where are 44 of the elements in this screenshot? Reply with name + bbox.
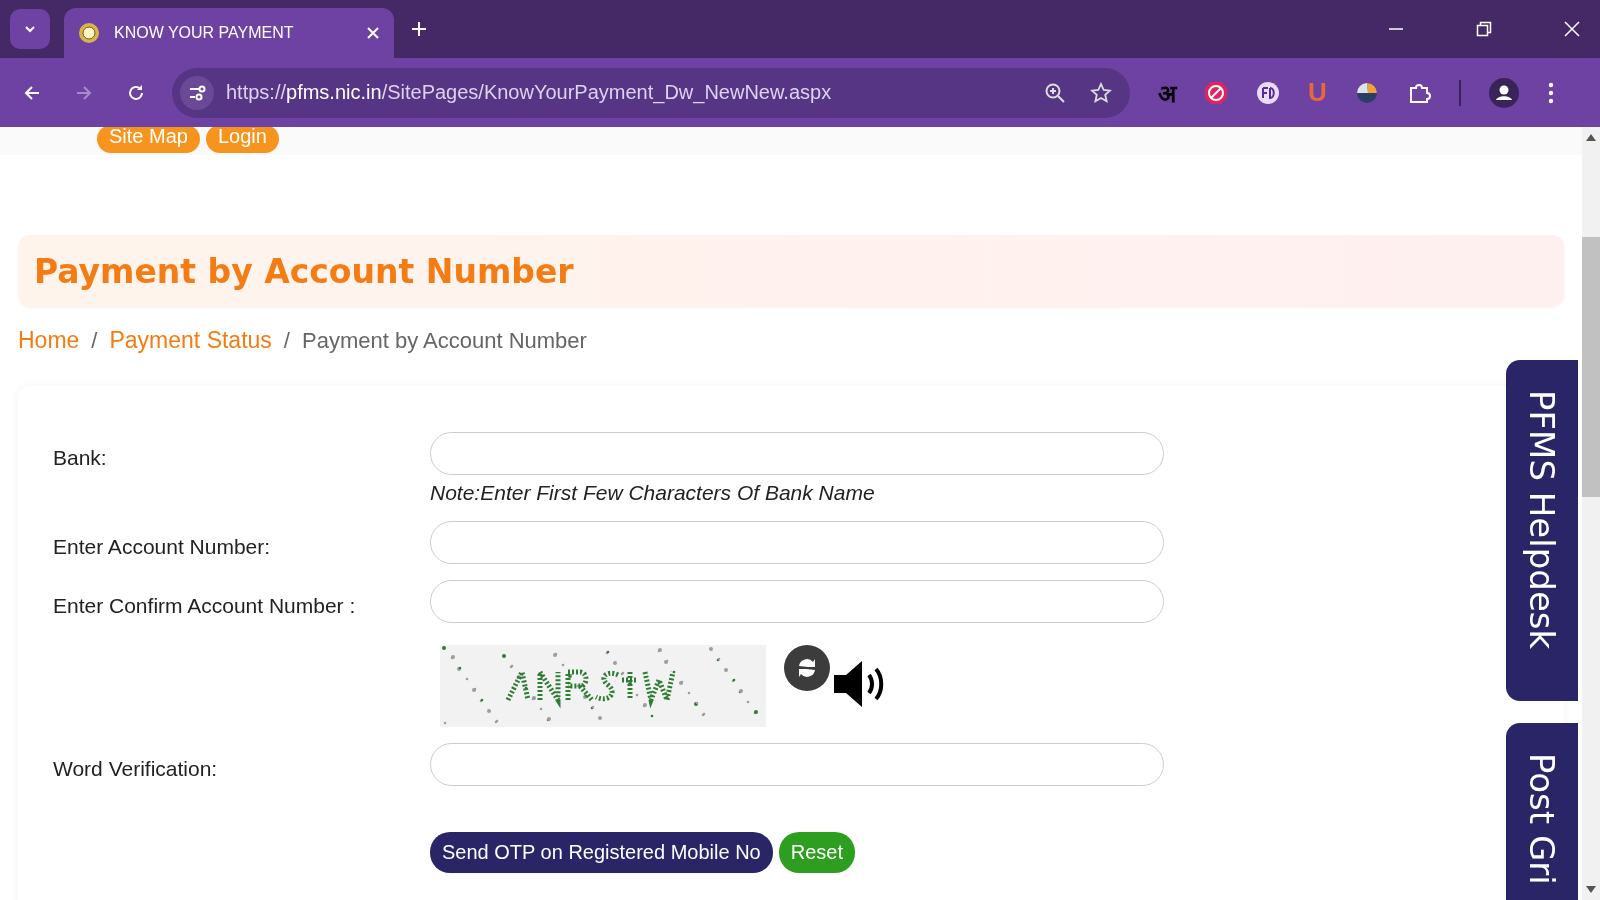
scroll-down-icon[interactable] [1586, 886, 1596, 894]
site-settings-icon[interactable] [180, 75, 214, 110]
input-field[interactable] [430, 580, 1164, 623]
tab-title: KNOW YOUR PAYMENT [114, 24, 295, 42]
breadcrumb-separator: / [283, 327, 290, 354]
extension-icon[interactable]: अ [1158, 76, 1176, 109]
input-field[interactable] [430, 521, 1164, 564]
breadcrumb-link[interactable]: Home [18, 327, 80, 354]
refresh-icon[interactable] [784, 645, 830, 691]
breadcrumb-link[interactable]: Payment Status [109, 327, 272, 354]
star-icon[interactable] [1090, 81, 1112, 104]
close-window-icon[interactable] [1564, 21, 1580, 37]
form-button[interactable]: Send OTP on Registered Mobile No [430, 832, 773, 873]
zoom-icon[interactable] [1044, 81, 1066, 104]
field-label: Word Verification: [53, 756, 219, 781]
breadcrumb-current: Payment by Account Number [301, 327, 587, 354]
scrollbar[interactable] [1582, 127, 1600, 900]
field-label: Enter Confirm Account Number : [53, 593, 357, 618]
url-text: https://pfms.nic.in/SitePages/KnowYourPayment_Dw_NewNew.aspx [226, 81, 832, 104]
new-tab-icon[interactable] [410, 20, 428, 38]
address-bar[interactable]: https://pfms.nic.in/SitePages/KnowYourPayment_Dw_NewNew.aspx [172, 67, 1130, 118]
field-note: Note:Enter First Few Characters Of Bank Name [430, 481, 876, 505]
ball-icon[interactable] [1354, 80, 1379, 105]
side-tab[interactable]: Post Gri [1506, 723, 1578, 900]
header-link[interactable]: Login [205, 127, 279, 153]
scroll-up-icon[interactable] [1586, 133, 1596, 141]
restore-icon[interactable] [1476, 21, 1492, 37]
close-icon[interactable] [366, 26, 380, 40]
input-field[interactable] [430, 432, 1164, 475]
input-field[interactable] [430, 743, 1164, 786]
stop-sign-icon[interactable] [1204, 80, 1228, 105]
header-link[interactable]: Site Map [97, 127, 200, 153]
browser-tab[interactable]: KNOW YOUR PAYMENT [64, 8, 394, 58]
field-label: Enter Account Number: [53, 534, 272, 559]
extension-icon[interactable] [1256, 80, 1280, 105]
page-heading: Payment by Account Number [34, 251, 574, 291]
form-button[interactable]: Reset [778, 832, 855, 873]
profile-icon[interactable] [1488, 77, 1519, 108]
extension-icon[interactable]: U [1308, 77, 1327, 108]
breadcrumb-separator: / [91, 327, 98, 354]
menu-icon[interactable] [1546, 80, 1555, 105]
field-label: Bank: [53, 445, 108, 470]
side-tab[interactable]: PFMS Helpdesk [1506, 360, 1578, 701]
emblem-icon [78, 22, 100, 44]
